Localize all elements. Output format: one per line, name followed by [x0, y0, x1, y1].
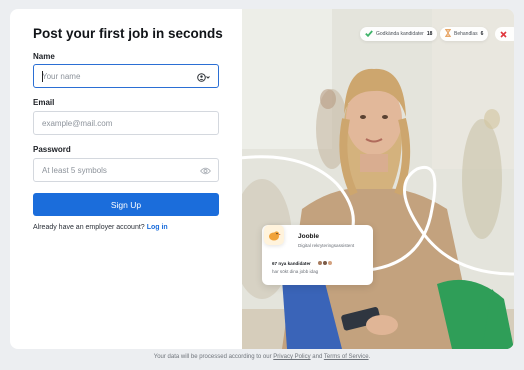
footer-text: Your data will be processed according to…: [153, 354, 272, 360]
assistant-name: Jooble: [298, 233, 319, 240]
footer-and: and: [312, 354, 323, 360]
login-link[interactable]: Log in: [147, 224, 168, 231]
assistant-role: Digital rekryteringsassistent: [298, 243, 355, 248]
signup-button[interactable]: Sign Up: [33, 193, 219, 216]
signup-card: Post your first job in seconds Name Emai…: [10, 9, 514, 349]
password-field[interactable]: [33, 158, 219, 182]
approved-candidates-pill: Godkända kandidater 18: [360, 27, 438, 41]
email-input[interactable]: [34, 112, 218, 134]
rejected-pill: [495, 27, 514, 41]
eye-icon[interactable]: [200, 165, 211, 177]
terms-of-service-link[interactable]: Terms of Service: [324, 354, 369, 360]
check-icon: [365, 29, 373, 39]
new-candidates-subtitle: har sökt dina jobb idag: [272, 269, 319, 274]
signup-form: Post your first job in seconds Name Emai…: [10, 9, 242, 349]
avatar: [327, 260, 333, 266]
approved-label: Godkända kandidater: [376, 31, 424, 37]
legal-footer: Your data will be processed according to…: [0, 354, 524, 360]
name-input[interactable]: [34, 65, 218, 87]
login-prompt: Already have an employer account? Log in: [33, 224, 168, 231]
email-field[interactable]: [33, 111, 219, 135]
in-progress-label: Behandlas: [454, 31, 478, 37]
footer-period: .: [368, 354, 371, 360]
approved-count: 18: [426, 31, 433, 37]
page-title: Post your first job in seconds: [33, 26, 223, 41]
recruiter-photo: [242, 9, 514, 349]
name-label: Name: [33, 52, 55, 61]
hourglass-icon: [444, 29, 452, 39]
password-label: Password: [33, 145, 71, 154]
privacy-policy-link[interactable]: Privacy Policy: [273, 354, 310, 360]
email-label: Email: [33, 98, 55, 107]
text-caret: [42, 71, 43, 82]
new-candidates-text: 67 nya kandidater: [272, 261, 311, 266]
in-progress-count: 6: [480, 31, 484, 37]
jooble-bird-icon: [264, 225, 284, 245]
new-candidates-count: 67 nya kandidater: [272, 261, 311, 266]
hero-image: Godkända kandidater 18 Behandlas 6 Joobl…: [242, 9, 514, 349]
user-check-icon[interactable]: [197, 71, 211, 83]
name-field[interactable]: [33, 64, 219, 88]
login-prompt-text: Already have an employer account?: [33, 224, 145, 231]
in-progress-pill: Behandlas 6: [440, 27, 489, 41]
password-input[interactable]: [34, 159, 218, 181]
candidate-avatars: [317, 260, 333, 266]
close-icon: [500, 25, 507, 43]
